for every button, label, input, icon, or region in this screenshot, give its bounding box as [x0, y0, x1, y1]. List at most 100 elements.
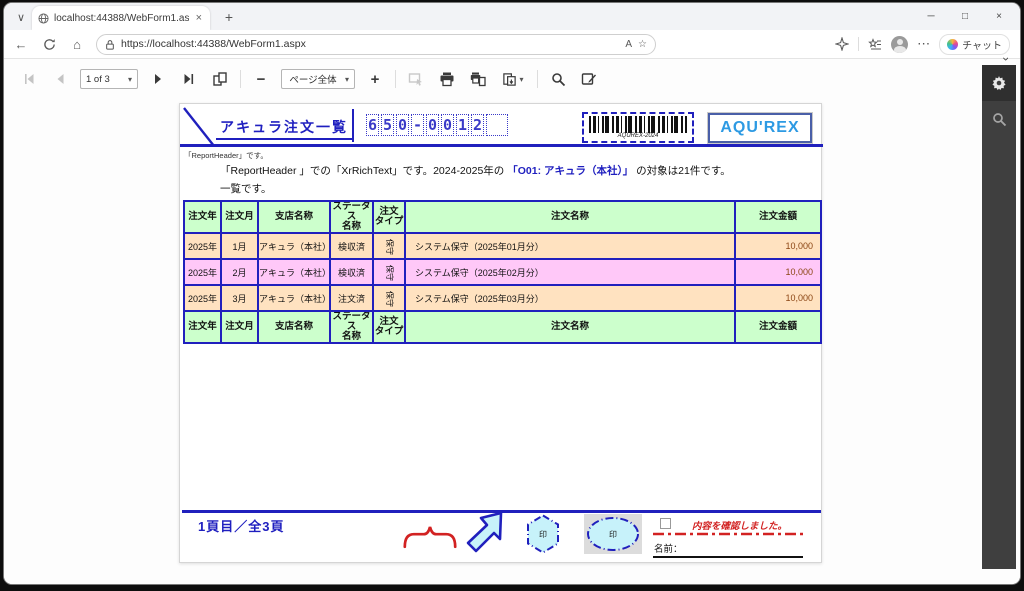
search-icon	[992, 112, 1007, 127]
rich-text-prefix: 「ReportHeader 」での「XrRichText」です。2024-202…	[220, 165, 507, 177]
page-selector[interactable]: 1 of 3 ▾	[80, 69, 138, 89]
tab-search-icon[interactable]: ∨	[12, 8, 30, 26]
page-number-text: 1頁目／全3頁	[198, 516, 284, 535]
confirm-text: 内容を確認しました。	[692, 518, 787, 532]
minimize-button[interactable]: ─	[914, 3, 948, 29]
order-table: 注文年 注文月 支店名称 ステータス 名称 注文 タイプ 注文名称 注文金額 2…	[183, 200, 822, 344]
table-row: 2025年 1月 アキュラ（本社） 検収済 保守 システム保守（2025年01月…	[184, 233, 821, 259]
rich-text-line1: 「ReportHeader 」での「XrRichText」です。2024-202…	[220, 163, 731, 178]
viewer-side-panel	[982, 65, 1016, 569]
read-aloud-icon[interactable]: A	[625, 39, 632, 50]
name-label: 名前：	[654, 541, 683, 555]
cell-year: 2025年	[184, 233, 221, 259]
more-menu-icon[interactable]: ⋯	[917, 36, 930, 52]
diagonal-line	[182, 107, 216, 147]
zoom-selector[interactable]: ページ全体 ▾	[281, 69, 355, 89]
previous-page-button[interactable]	[49, 68, 71, 90]
postal-empty-box	[486, 114, 508, 136]
next-page-button[interactable]	[147, 68, 169, 90]
name-signature-line	[653, 556, 803, 558]
multipage-view-button[interactable]	[209, 68, 231, 90]
viewer-toolbar: 1 of 3 ▾ − ページ全体 ▾ +	[18, 64, 600, 94]
home-button[interactable]: ⌂	[66, 33, 88, 55]
cell-status: 検収済	[330, 233, 373, 259]
browser-window: ∨ localhost:44388/WebForm1.aspx × + ─ □ …	[3, 2, 1021, 585]
table-row: 2025年 2月 アキュラ（本社） 検収済 保守 システム保守（2025年02月…	[184, 259, 821, 285]
copilot-button[interactable]: チャット	[939, 34, 1010, 55]
rich-text-highlight: 「O01: アキュラ（本社）」	[507, 165, 633, 177]
panel-collapse-chevron[interactable]: ‹	[998, 57, 1012, 61]
tab-close-icon[interactable]: ×	[194, 12, 204, 24]
copilot-label: チャット	[962, 37, 1002, 52]
report-header-band: アキュラ注文一覧 650-0012 AQUREX-2024 AQU'REX	[180, 106, 823, 147]
col-status-name: ステータス 名称	[330, 201, 373, 233]
report-page: アキュラ注文一覧 650-0012 AQUREX-2024 AQU'REX 「R…	[179, 103, 822, 563]
new-tab-button[interactable]: +	[220, 8, 238, 26]
favorite-star-icon[interactable]: ☆	[638, 39, 647, 50]
postal-digit: -	[411, 114, 424, 136]
cell-month: 1月	[221, 233, 258, 259]
band-caption: 「ReportHeader」です。	[184, 150, 268, 161]
print-button[interactable]	[436, 68, 458, 90]
postal-digit: 5	[381, 114, 394, 136]
chevron-down-icon: ▾	[519, 75, 523, 84]
cell-month: 2月	[221, 259, 258, 285]
cell-branch: アキュラ（本社）	[258, 259, 330, 285]
col-order-type: 注文 タイプ	[373, 201, 405, 233]
highlight-editing-fields-button[interactable]	[405, 68, 427, 90]
browser-tab[interactable]: localhost:44388/WebForm1.aspx ×	[32, 6, 210, 30]
cell-status: 検収済	[330, 259, 373, 285]
barcode-label: AQUREX-2024	[589, 133, 687, 140]
last-page-button[interactable]	[178, 68, 200, 90]
report-title: アキュラ注文一覧	[216, 117, 352, 140]
export-button[interactable]: ▾	[498, 68, 528, 90]
profile-avatar[interactable]	[891, 36, 908, 53]
postal-digit: 1	[456, 114, 469, 136]
svg-text:印: 印	[539, 530, 547, 539]
back-button[interactable]: ←	[10, 33, 32, 55]
parameters-tab[interactable]	[982, 65, 1016, 101]
postal-digit: 2	[471, 114, 484, 136]
rich-text-line2: 一覧です。	[220, 181, 271, 196]
col-order-name: 注文名称	[405, 201, 735, 233]
favorites-hub-icon[interactable]	[868, 37, 882, 51]
col-order-type: 注文 タイプ	[373, 311, 405, 343]
address-bar[interactable]: https://localhost:44388/WebForm1.aspx A …	[96, 34, 656, 55]
search-button[interactable]	[547, 68, 569, 90]
table-footer-header-row: 注文年 注文月 支店名称 ステータス 名称 注文 タイプ 注文名称 注文金額	[184, 311, 821, 343]
col-branch-name: 支店名称	[258, 201, 330, 233]
col-order-month: 注文月	[221, 311, 258, 343]
window-controls: ─ □ ×	[914, 3, 1016, 29]
postal-digit: 0	[426, 114, 439, 136]
close-button[interactable]: ×	[982, 3, 1016, 29]
zoom-in-button[interactable]: +	[364, 68, 386, 90]
ellipse-stamp: 印	[585, 515, 641, 553]
toolbar-separator	[395, 70, 396, 88]
col-order-name: 注文名称	[405, 311, 735, 343]
browser-navbar: ← ⌂ https://localhost:44388/WebForm1.asp…	[4, 30, 1020, 59]
cell-amount: 10,000	[735, 259, 821, 285]
table-row: 2025年 3月 アキュラ（本社） 注文済 保守 システム保守（2025年03月…	[184, 285, 821, 311]
search-tab[interactable]	[982, 101, 1016, 137]
first-page-button[interactable]	[18, 68, 40, 90]
logo-text: AQU'REX	[720, 119, 799, 137]
cell-order-name: システム保守（2025年03月分）	[405, 285, 735, 311]
refresh-button[interactable]	[38, 33, 60, 55]
export-document-edit-button[interactable]	[578, 68, 600, 90]
cell-branch: アキュラ（本社）	[258, 285, 330, 311]
maximize-button[interactable]: □	[948, 3, 982, 29]
confirm-checkbox[interactable]	[660, 518, 671, 529]
report-viewer: 1 of 3 ▾ − ページ全体 ▾ +	[4, 59, 1020, 585]
col-status-name: ステータス 名称	[330, 311, 373, 343]
toolbar-separator	[537, 70, 538, 88]
cell-amount: 10,000	[735, 285, 821, 311]
zoom-out-button[interactable]: −	[250, 68, 272, 90]
postal-code: 650-0012	[366, 114, 510, 136]
chevron-down-icon: ▾	[128, 75, 132, 84]
svg-text:印: 印	[609, 530, 617, 539]
cell-status: 注文済	[330, 285, 373, 311]
print-page-button[interactable]	[467, 68, 489, 90]
rich-text-suffix: の対象は21件です。	[633, 165, 731, 177]
browser-essentials-icon[interactable]	[835, 37, 849, 51]
tab-title: localhost:44388/WebForm1.aspx	[54, 13, 189, 24]
